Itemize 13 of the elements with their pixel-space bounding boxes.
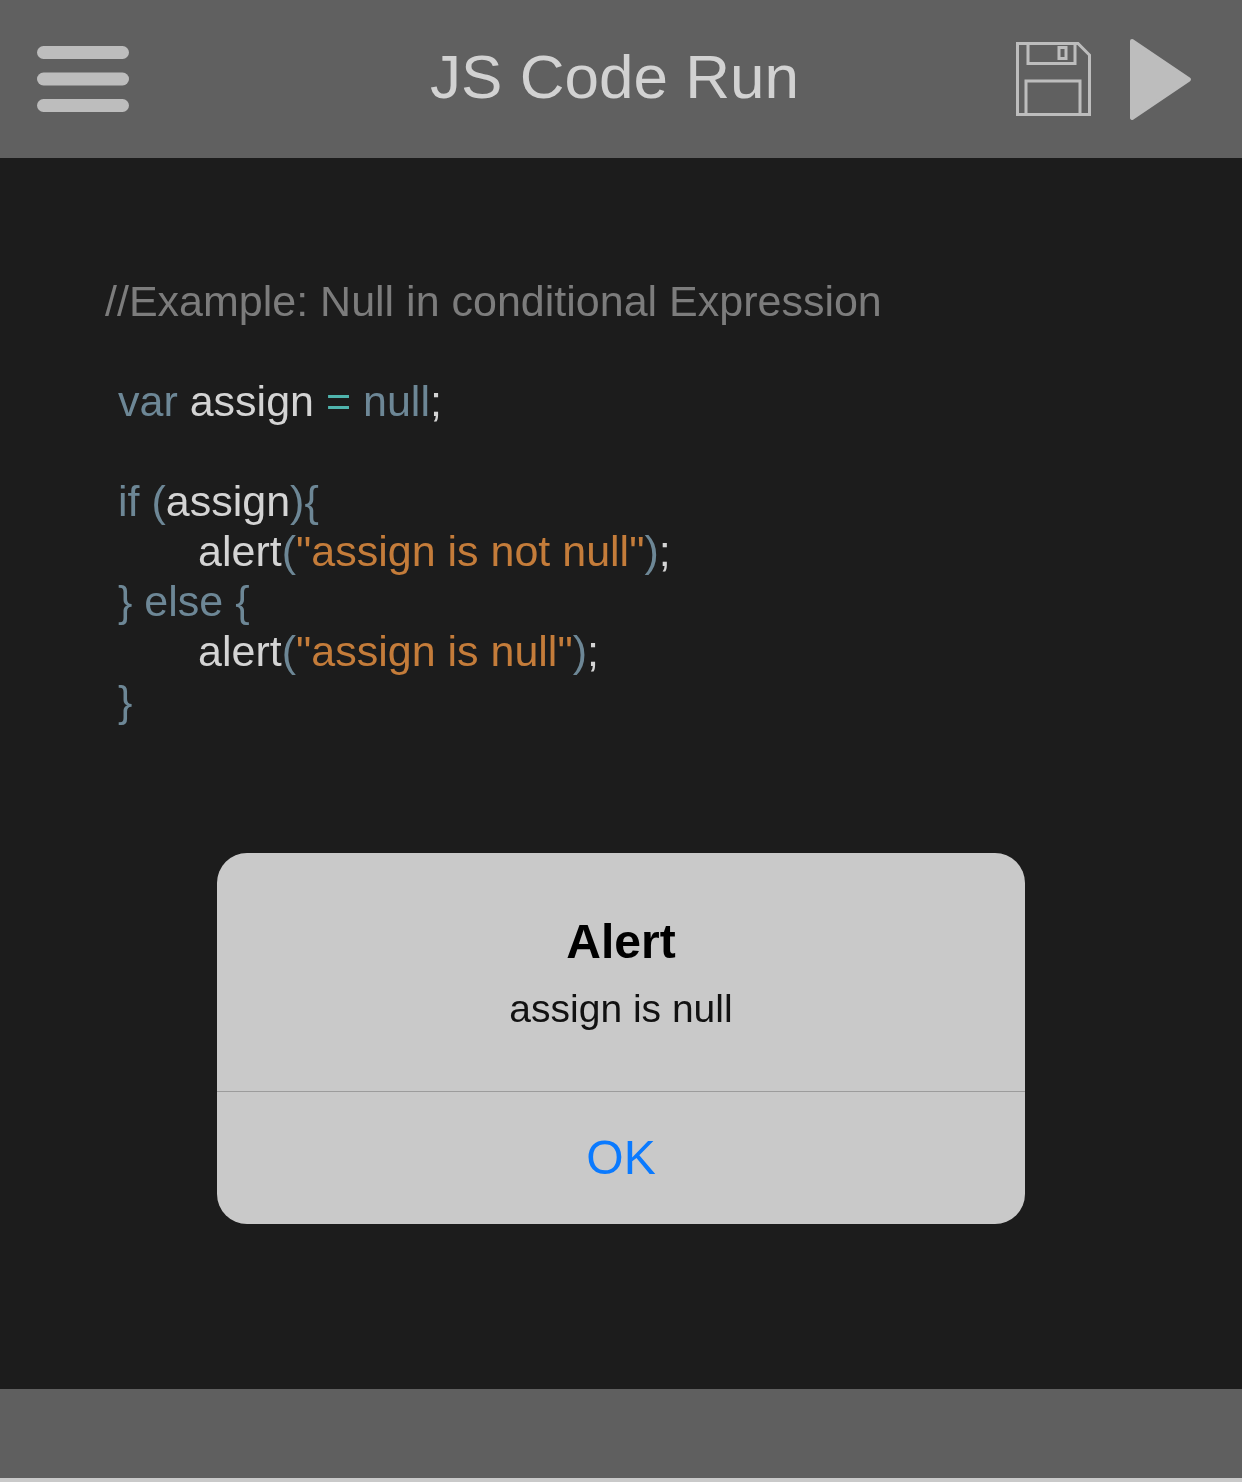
code-line: } [118, 676, 133, 726]
code-line: var assign = null; [118, 376, 442, 426]
app-title: JS Code Run [430, 46, 799, 112]
play-icon[interactable] [1129, 37, 1192, 121]
dialog-title: Alert [566, 914, 676, 970]
dialog-message: assign is null [509, 986, 733, 1032]
code-line: } else { [118, 576, 250, 626]
code-line: if (assign){ [118, 476, 319, 526]
menu-icon[interactable] [37, 46, 129, 112]
code-line: alert("assign is null"); [198, 626, 599, 676]
code-comment: //Example: Null in conditional Expression [105, 276, 882, 326]
code-line: alert("assign is not null"); [198, 526, 671, 576]
ok-button[interactable]: OK [217, 1092, 1025, 1224]
